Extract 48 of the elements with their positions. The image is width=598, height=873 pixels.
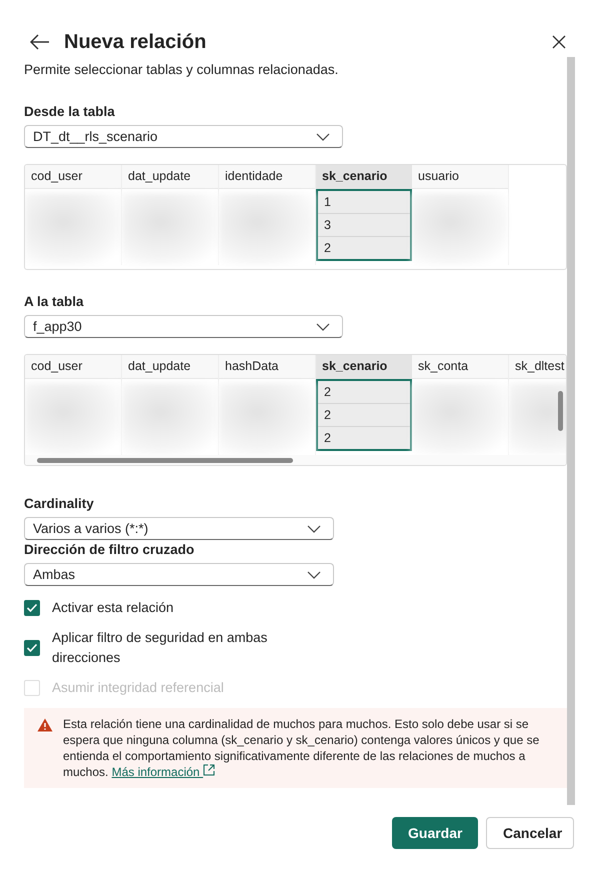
external-link-icon [203,764,216,776]
chevron-down-icon [316,322,330,330]
column-header[interactable]: sk_cenario [316,165,412,189]
more-info-link[interactable]: Más información [112,765,216,779]
field-label: Desde la tabla [24,104,116,119]
checkbox[interactable] [24,600,40,616]
dialog-subtitle: Permite seleccionar tablas y columnas relacionadas. [24,61,340,77]
checkmark-icon [26,603,38,613]
chevron-down-icon [316,132,330,140]
chevron-down-icon [307,570,321,578]
column-header[interactable]: dat_update [122,165,218,189]
checkbox-label: Aplicar filtro de seguridad en ambas direcciones [52,629,268,667]
scrollbar[interactable] [567,57,575,805]
column-header[interactable]: sk_conta [412,355,508,379]
option-dropdown[interactable]: Varios a varios (*:*) [24,517,334,540]
table-cell: 1 [318,191,410,214]
column-header[interactable]: cod_user [25,355,121,379]
table-cell-text: 2 [323,430,332,447]
table-dropdown[interactable]: DT_dt__rls_scenario [24,125,343,148]
field-label: A la tabla [24,294,85,309]
field-label: Dirección de filtro cruzado [24,542,196,557]
dialog-title: Nueva relación [64,30,208,54]
dialog-button[interactable]: Cancelar [486,817,574,849]
table-cell-text: 2 [323,240,332,257]
warning-icon [37,718,53,732]
checkbox-label: Activar esta relación [52,599,175,617]
table-cell: 2 [318,381,410,404]
table-dropdown[interactable]: f_app30 [24,315,343,338]
back-arrow-icon[interactable] [30,34,50,50]
checkbox[interactable] [24,640,40,656]
table-cell: 3 [318,214,410,237]
column-header[interactable]: hashData [219,355,315,379]
close-icon[interactable] [552,35,566,49]
checkmark-icon [26,643,38,653]
field-label: Cardinality [24,496,95,511]
chevron-down-icon [307,524,321,532]
column-header[interactable]: sk_cenario [316,355,412,379]
column-header[interactable]: dat_update [122,355,218,379]
warning-message: Esta relación tiene una cardinalidad de muchos para muchos. Esto solo debe usar si se espera que ninguna columna (sk_cenario y sk_cenario) contenga valores únicos y que se entienda el comportamiento significativamente diferente de las relaciones de muchos a muchos. Más información [63,716,540,780]
dialog-button[interactable]: Guardar [392,817,478,849]
column-header[interactable]: sk_dltest [509,355,566,379]
column-header[interactable]: identidade [219,165,315,189]
scrollbar[interactable] [25,455,566,465]
checkbox-label: Asumir integridad referencial [52,679,225,697]
option-dropdown[interactable]: Ambas [24,563,334,586]
column-header[interactable]: usuario [412,165,508,189]
table-cell: 2 [318,404,410,427]
column-header[interactable]: cod_user [25,165,121,189]
